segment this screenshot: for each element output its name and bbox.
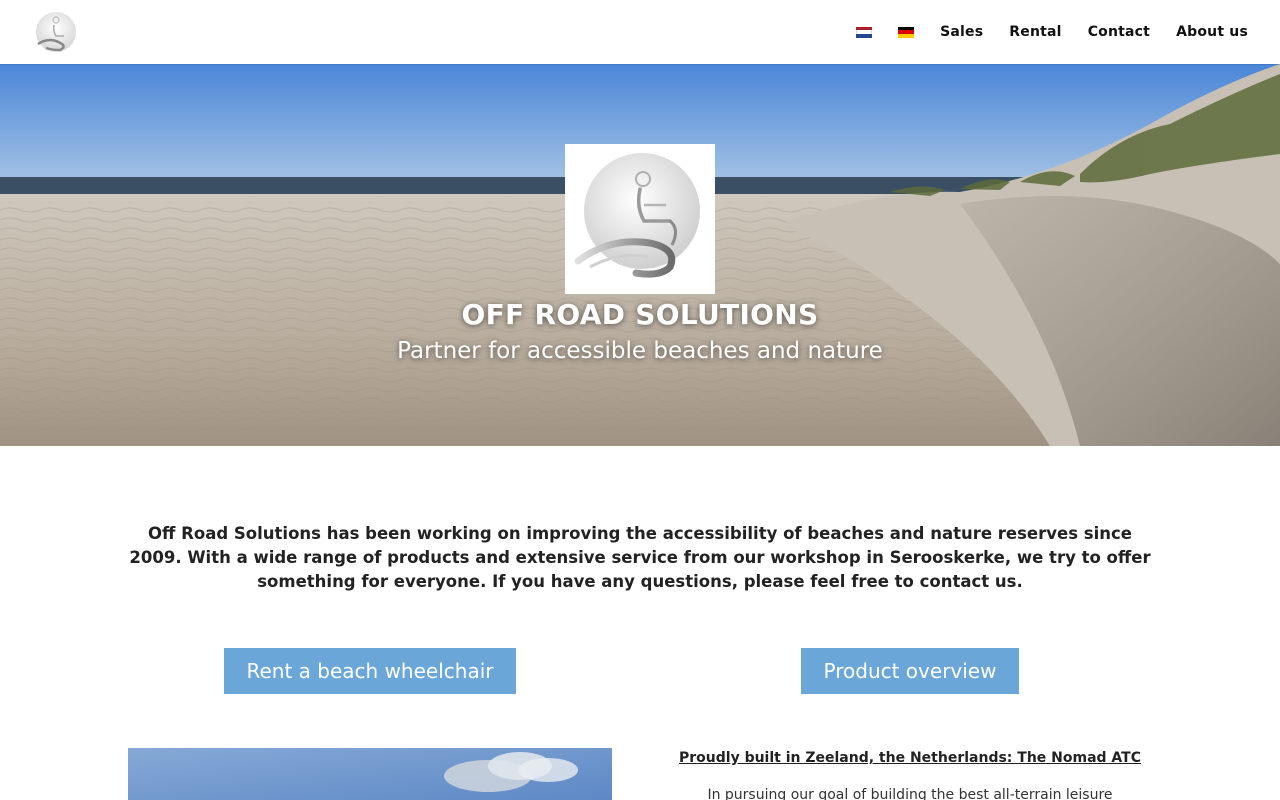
feature-text: In pursuing our goal of building the bes…	[707, 787, 1113, 800]
nav-rental[interactable]: Rental	[1009, 24, 1061, 40]
nav-about-us[interactable]: About us	[1176, 24, 1248, 40]
main-nav: Sales Rental Contact About us	[856, 0, 1248, 64]
rent-beach-wheelchair-button[interactable]: Rent a beach wheelchair	[224, 648, 516, 694]
nomad-photo	[128, 748, 612, 800]
product-overview-button[interactable]: Product overview	[801, 648, 1019, 694]
hero-banner: OFF ROAD SOLUTIONS Partner for accessibl…	[0, 64, 1280, 446]
hero-subtitle: Partner for accessible beaches and natur…	[397, 338, 883, 364]
nav-contact[interactable]: Contact	[1088, 24, 1150, 40]
intro-text: Off Road Solutions has been working on i…	[129, 524, 1151, 591]
nav-sales[interactable]: Sales	[940, 24, 983, 40]
dutch-flag-icon[interactable]	[856, 26, 873, 38]
sky-photo-image	[128, 748, 612, 800]
feature-heading[interactable]: Proudly built in Zeeland, the Netherland…	[660, 750, 1160, 766]
site-logo[interactable]	[32, 10, 78, 56]
wheelchair-logo-icon	[574, 153, 700, 278]
hero-logo	[565, 144, 715, 294]
german-flag-icon[interactable]	[898, 26, 915, 38]
hero-title: OFF ROAD SOLUTIONS	[461, 298, 819, 331]
site-header: Sales Rental Contact About us	[0, 0, 1280, 64]
wheelchair-logo-icon	[36, 12, 76, 52]
